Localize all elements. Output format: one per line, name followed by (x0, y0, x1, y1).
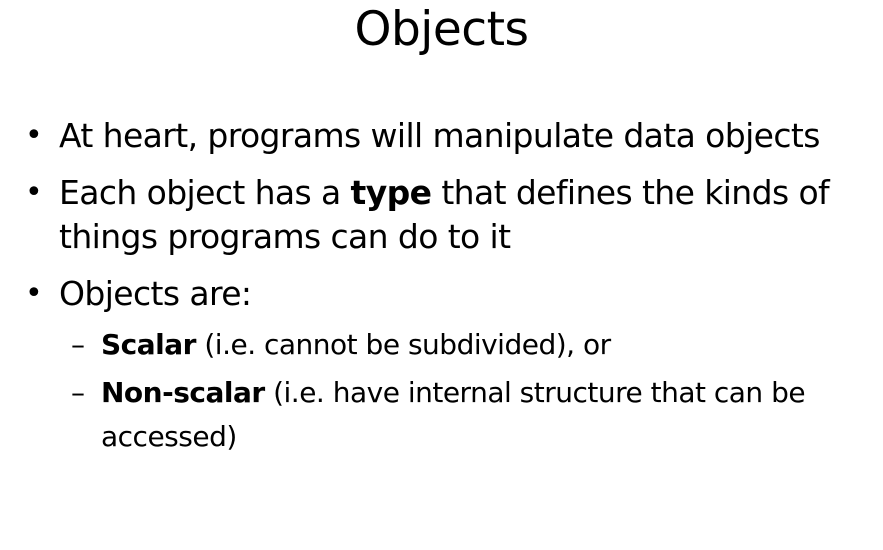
bullet-text: At heart, programs will manipulate data … (59, 116, 820, 155)
bullet-text-bold: type (350, 173, 432, 212)
bullet-item: • Each object has a type that defines th… (22, 171, 877, 259)
sub-bullet-text: (i.e. cannot be subdivided), or (195, 328, 611, 361)
slide-title: Objects (354, 2, 529, 57)
bullet-dot-icon: • (25, 276, 43, 311)
slide: Objects • At heart, programs will manipu… (0, 0, 883, 550)
bullet-text: Objects are: (59, 274, 252, 313)
dash-icon: – (71, 376, 85, 409)
dash-icon: – (71, 328, 85, 361)
bullet-dot-icon: • (25, 118, 43, 153)
sub-bullet-list: – Scalar (i.e. cannot be subdivided), or… (71, 323, 883, 459)
bullet-text-pre: Each object has a (59, 173, 351, 212)
sub-bullet-bold: Non-scalar (101, 376, 265, 409)
bullet-list: • At heart, programs will manipulate dat… (22, 114, 877, 463)
sub-bullet-bold: Scalar (101, 328, 196, 361)
bullet-item: • At heart, programs will manipulate dat… (22, 114, 877, 158)
bullet-item: • Objects are: (22, 272, 877, 316)
sub-bullet-item: – Scalar (i.e. cannot be subdivided), or (71, 323, 883, 367)
bullet-dot-icon: • (25, 175, 43, 210)
sub-bullet-item: – Non-scalar (i.e. have internal structu… (71, 371, 883, 459)
